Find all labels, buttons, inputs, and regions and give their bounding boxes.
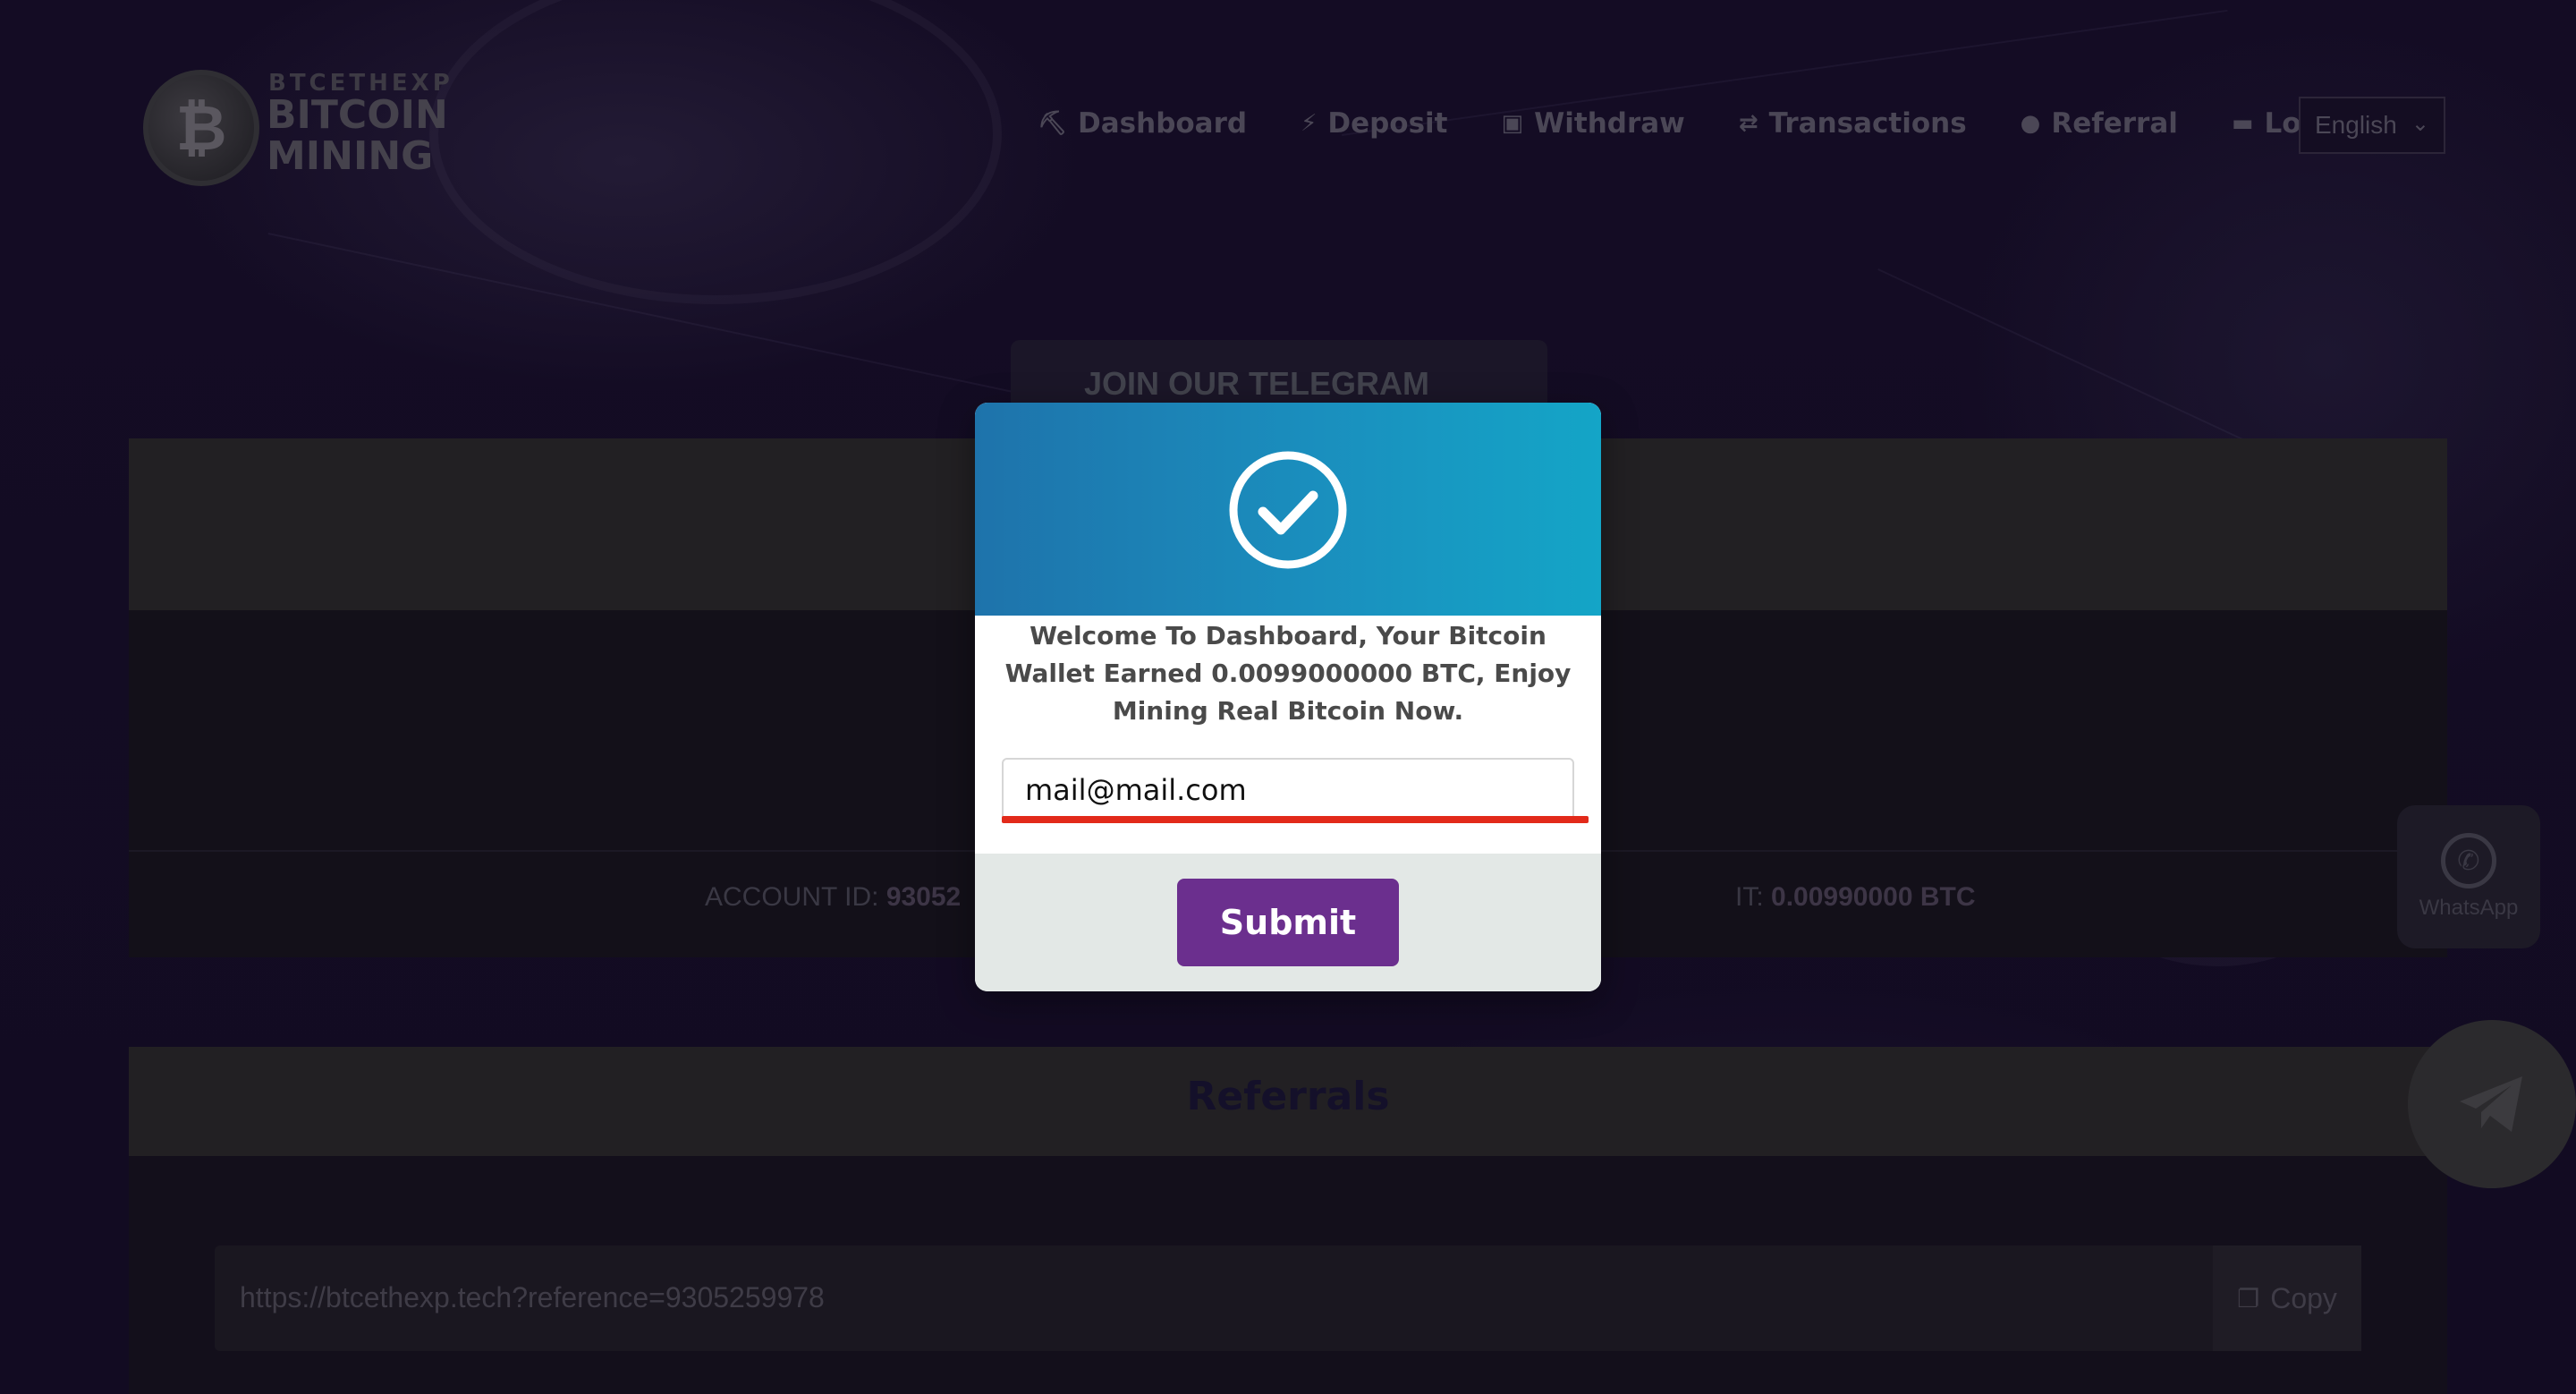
modal-header xyxy=(975,403,1601,616)
highlight-underline xyxy=(1002,816,1589,823)
welcome-modal: Welcome To Dashboard, Your Bitcoin Walle… xyxy=(975,403,1601,991)
check-circle-icon xyxy=(1229,451,1347,569)
email-input[interactable] xyxy=(1002,758,1574,822)
submit-button[interactable]: Submit xyxy=(1177,879,1399,966)
modal-footer: Submit xyxy=(975,854,1601,991)
modal-message: Welcome To Dashboard, Your Bitcoin Walle… xyxy=(1004,621,1572,726)
